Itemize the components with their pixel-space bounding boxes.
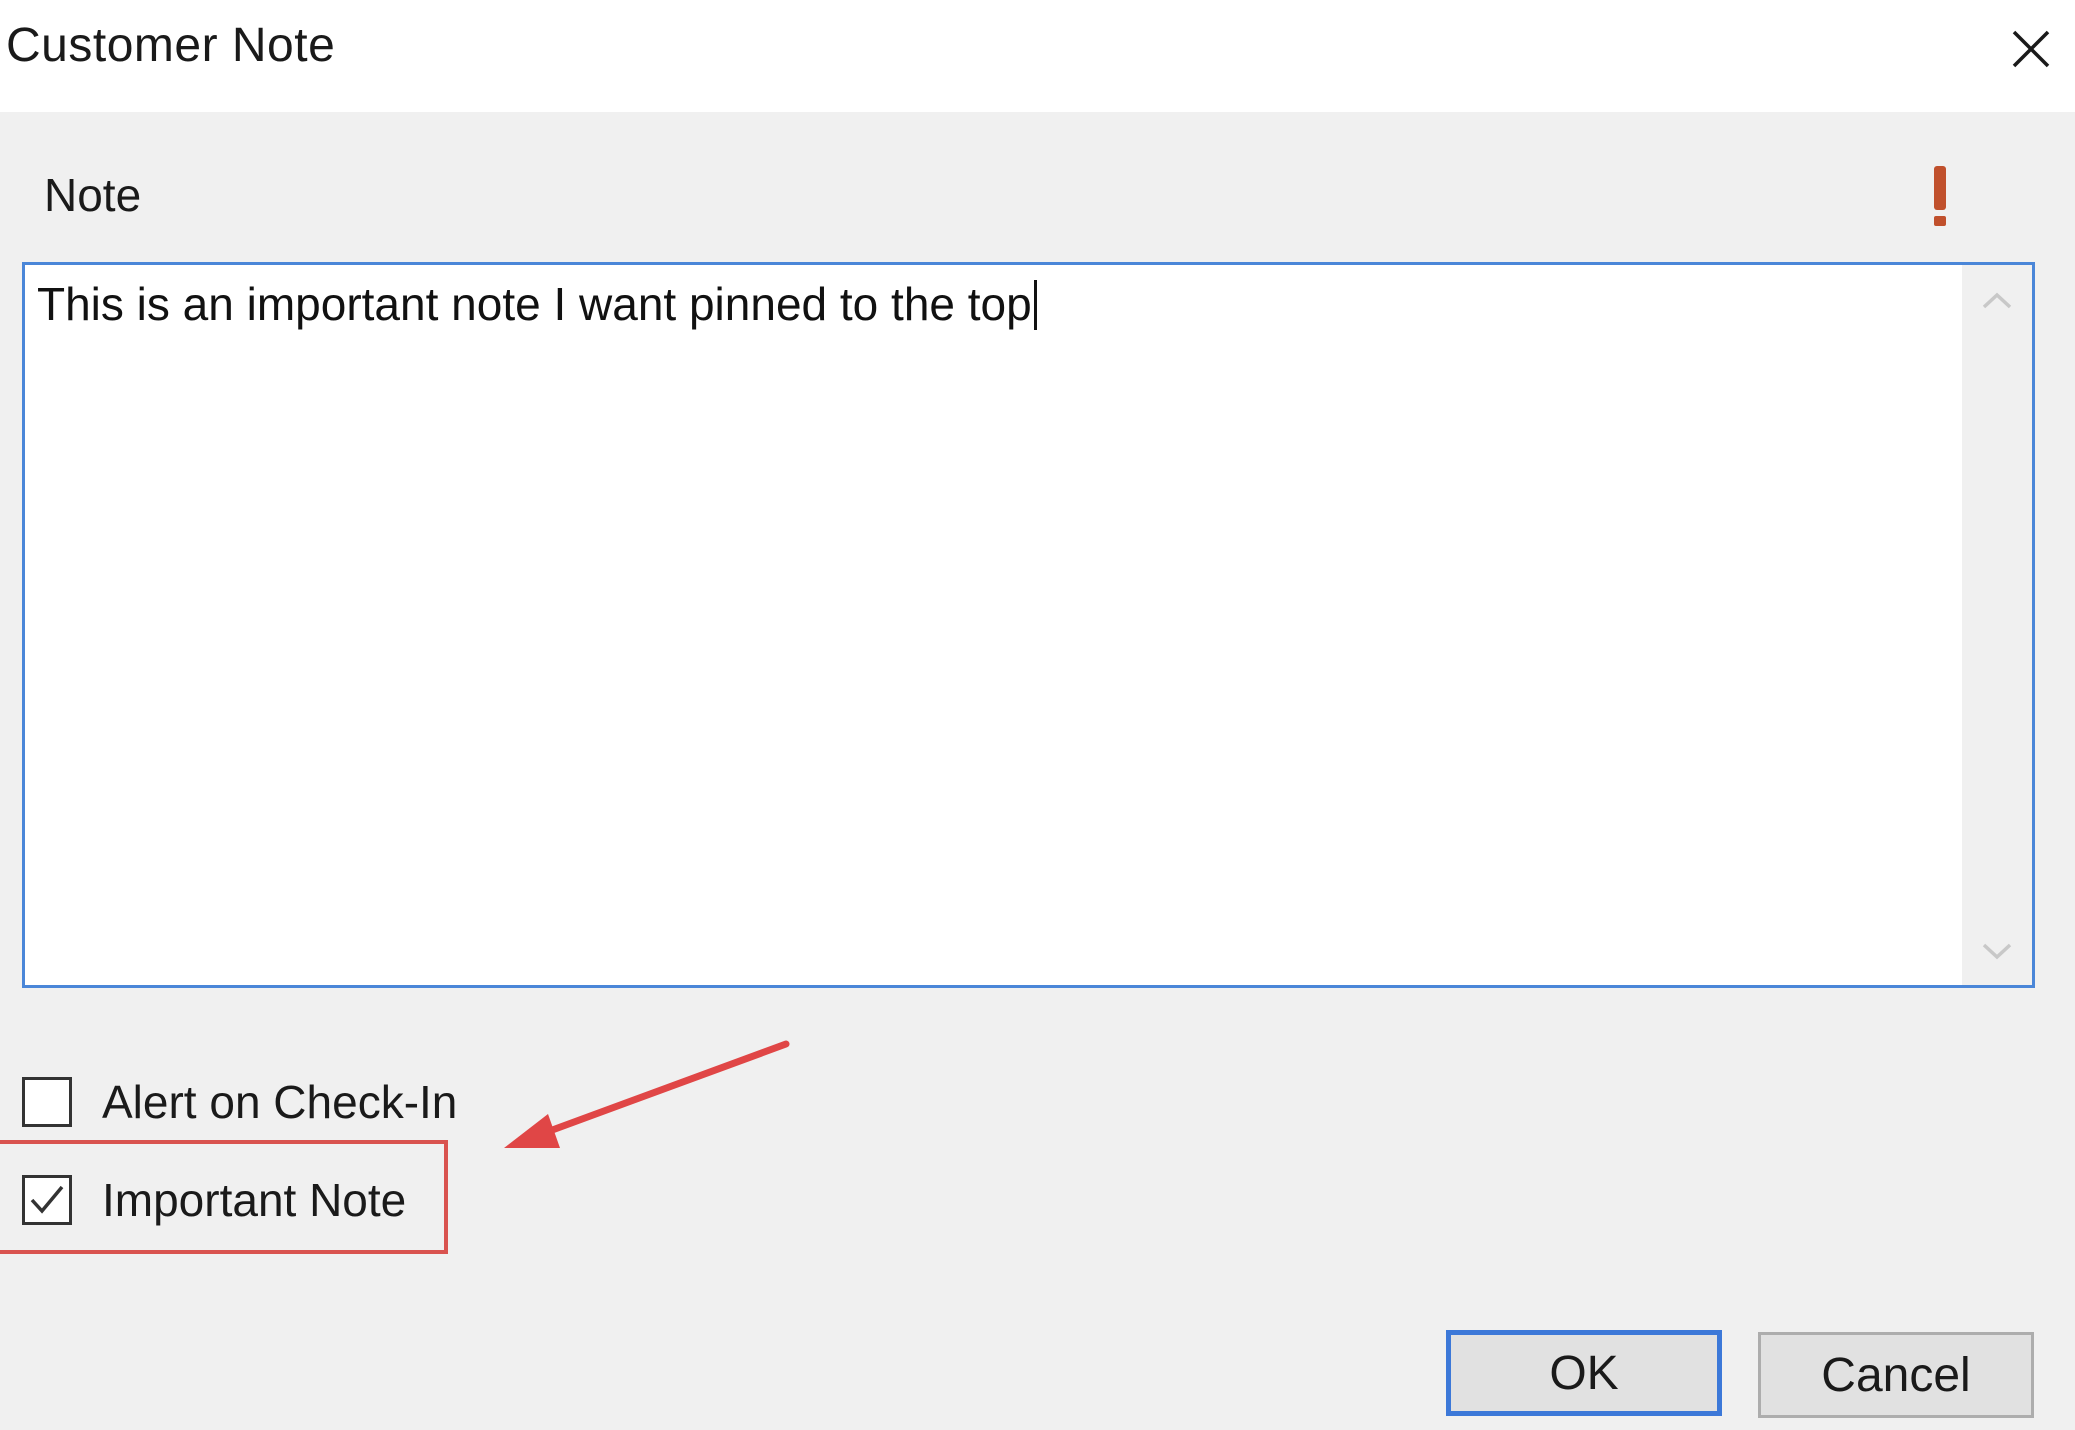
note-value: This is an important note I want pinned … — [37, 278, 1032, 330]
annotation-arrow-icon — [504, 1040, 790, 1148]
ok-button[interactable]: OK — [1446, 1330, 1722, 1416]
cancel-button[interactable]: Cancel — [1758, 1332, 2034, 1418]
title-bar: Customer Note — [0, 0, 2075, 112]
note-text: This is an important note I want pinned … — [37, 277, 1037, 331]
vertical-scrollbar[interactable] — [1962, 265, 2032, 985]
chevron-up-icon — [1982, 292, 2012, 309]
alert-on-checkin-label: Alert on Check-In — [102, 1076, 458, 1128]
chevron-down-icon — [1982, 943, 2012, 960]
alert-on-checkin-checkbox[interactable]: Alert on Check-In — [22, 1072, 457, 1132]
customer-note-dialog: Customer Note Note This is an important … — [0, 0, 2075, 1430]
note-label: Note — [44, 169, 142, 221]
scroll-down-button[interactable] — [1962, 915, 2032, 985]
close-button[interactable] — [1990, 10, 2070, 90]
dialog-title: Customer Note — [6, 19, 336, 72]
scroll-up-button[interactable] — [1962, 265, 2032, 335]
alert-on-checkin-box[interactable] — [22, 1077, 72, 1127]
annotation-highlight-box — [0, 1140, 448, 1254]
text-caret — [1033, 280, 1037, 330]
exclamation-icon — [1934, 166, 1946, 226]
close-icon — [2012, 30, 2050, 68]
note-textarea[interactable]: This is an important note I want pinned … — [22, 262, 2035, 988]
